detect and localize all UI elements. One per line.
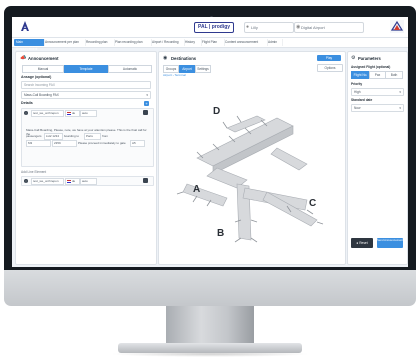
language-select[interactable]: de	[65, 110, 80, 117]
template-text-from: from	[102, 134, 108, 138]
mode-template[interactable]: Template	[64, 65, 108, 73]
destination-field[interactable]: Paris	[84, 133, 101, 140]
drag-handle-icon[interactable]: ⋮	[24, 179, 28, 183]
panel-title: Parameters	[358, 56, 381, 61]
tab-announcement-per-plan[interactable]: Announcement per plan	[43, 39, 86, 46]
panel-title: Announcement	[28, 56, 59, 61]
chevron-down-icon: ▾	[399, 90, 401, 94]
breadcrumb[interactable]: Airport › Terminal	[163, 73, 186, 77]
panel-title: Destinations	[171, 56, 197, 61]
param-field-1[interactable]: M3	[26, 140, 51, 147]
param-field-2[interactable]: 2359	[52, 140, 77, 147]
template-search-input[interactable]: Search Incoming PAX	[21, 81, 151, 89]
user-icon: ●	[246, 24, 250, 30]
tab-airport[interactable]: Airport	[179, 65, 195, 73]
standard-date-label: Standard date	[351, 98, 373, 102]
template-select[interactable]: Mass-Call Boarding PAX ▾	[21, 91, 151, 99]
details-label: Details	[21, 101, 33, 105]
main-nav: Main Announcement Announcement per plan …	[12, 38, 408, 51]
assigned-label: Assigned Flight (optional)	[351, 65, 391, 69]
new-language-select[interactable]: de	[65, 178, 80, 185]
tab-settings[interactable]: Settings	[195, 65, 211, 73]
mode-manual[interactable]: Manual	[22, 65, 64, 73]
new-voice-select[interactable]: auto	[80, 178, 97, 185]
monitor-chin	[4, 270, 416, 306]
assigned-tab-flight[interactable]: Flight No.	[351, 71, 370, 79]
gear-icon: ⚙	[351, 55, 356, 61]
info-icon[interactable]	[143, 110, 148, 115]
voice-select[interactable]: auto	[80, 110, 97, 117]
parameters-panel: ⚙ Parameters Assigned Flight (optional) …	[347, 51, 408, 265]
assigned-tab-both[interactable]: Both	[385, 71, 403, 79]
template-text-passengers: passengers	[26, 134, 42, 138]
template-text-gate: Please proceed immediately to gate	[78, 141, 126, 145]
zone-a-label[interactable]: A	[193, 184, 200, 195]
monitor-foot	[118, 343, 302, 353]
priority-label: Priority	[351, 82, 363, 86]
flight-field[interactable]: LH2 1234	[44, 133, 63, 140]
add-row: ⋮ text_we_orchrepon de auto	[21, 176, 154, 186]
standard-date-select[interactable]: Now ▾	[351, 104, 404, 112]
mode-automatic[interactable]: Automatic	[108, 65, 152, 73]
search-label: Ansage (optional)	[21, 75, 52, 79]
zone-b-label[interactable]: B	[217, 228, 224, 239]
chevron-down-icon: ▾	[146, 93, 148, 97]
app-header: PAL | prodigy ● Lilly ◉ Digital Airport	[12, 17, 408, 38]
delete-icon[interactable]	[143, 178, 148, 183]
location-pin-icon: ◉	[163, 55, 168, 61]
flag-icon	[67, 111, 71, 115]
new-element-select[interactable]: text_we_orchrepon	[31, 178, 64, 185]
airport-select[interactable]: ◉ Digital Airport	[294, 22, 364, 33]
user-select[interactable]: ● Lilly	[244, 22, 294, 33]
add-element-label: Add Line Element	[21, 170, 47, 174]
add-detail-button[interactable]: +	[144, 101, 149, 106]
app-screen: PAL | prodigy ● Lilly ◉ Digital Airport …	[12, 17, 408, 267]
airport-terminal-map[interactable]: A B C D	[167, 88, 337, 254]
tab-main-announcement[interactable]: Main Announcement	[14, 39, 45, 51]
monitor-stand	[166, 306, 254, 346]
options-button[interactable]: Options	[317, 64, 343, 72]
announcement-panel: 📣 Announcement Manual Template Automatic…	[15, 51, 157, 265]
gate-field[interactable]: A5	[130, 140, 145, 147]
assigned-tab-pax[interactable]: Pax	[369, 71, 386, 79]
zone-c-label[interactable]: C	[309, 198, 316, 209]
flag-icon	[67, 179, 71, 183]
tab-flight-plan[interactable]: Flight Plan	[200, 39, 225, 46]
tab-content-announcement[interactable]: Content announcement	[223, 39, 268, 46]
destinations-panel: ◉ Destinations Play Options Groups Airpo…	[158, 51, 346, 265]
play-button[interactable]: Play	[317, 55, 341, 61]
reset-button[interactable]: ● Reset	[351, 238, 373, 248]
chevron-down-icon: ▾	[399, 106, 401, 110]
detail-block: ⋮ text_we_orchrepon de auto Mass-Call Bo…	[21, 108, 154, 167]
send-announcement-button[interactable]: Send Announcement	[377, 238, 403, 248]
template-text-boarding: boarding to	[64, 134, 80, 138]
element-select[interactable]: text_we_orchrepon	[31, 110, 64, 117]
megaphone-icon: 📣	[20, 55, 27, 61]
tab-plan-recording-plan[interactable]: Plan recording plan	[113, 39, 152, 46]
priority-select[interactable]: High ▾	[351, 88, 404, 96]
tab-admin[interactable]: Admin	[266, 39, 283, 46]
brand-label: PAL | prodigy	[194, 22, 235, 33]
tab-airport-recording[interactable]: Airport / Recording	[150, 39, 185, 46]
location-icon: ◉	[296, 24, 301, 30]
tab-recording-plan[interactable]: Recording plan	[84, 39, 115, 46]
tab-groups[interactable]: Groups	[163, 65, 179, 73]
partner-logo-icon	[390, 20, 404, 33]
zone-d-label[interactable]: D	[213, 106, 220, 117]
app-logo-icon[interactable]	[19, 20, 31, 32]
drag-handle-icon[interactable]: ⋮	[24, 111, 28, 115]
